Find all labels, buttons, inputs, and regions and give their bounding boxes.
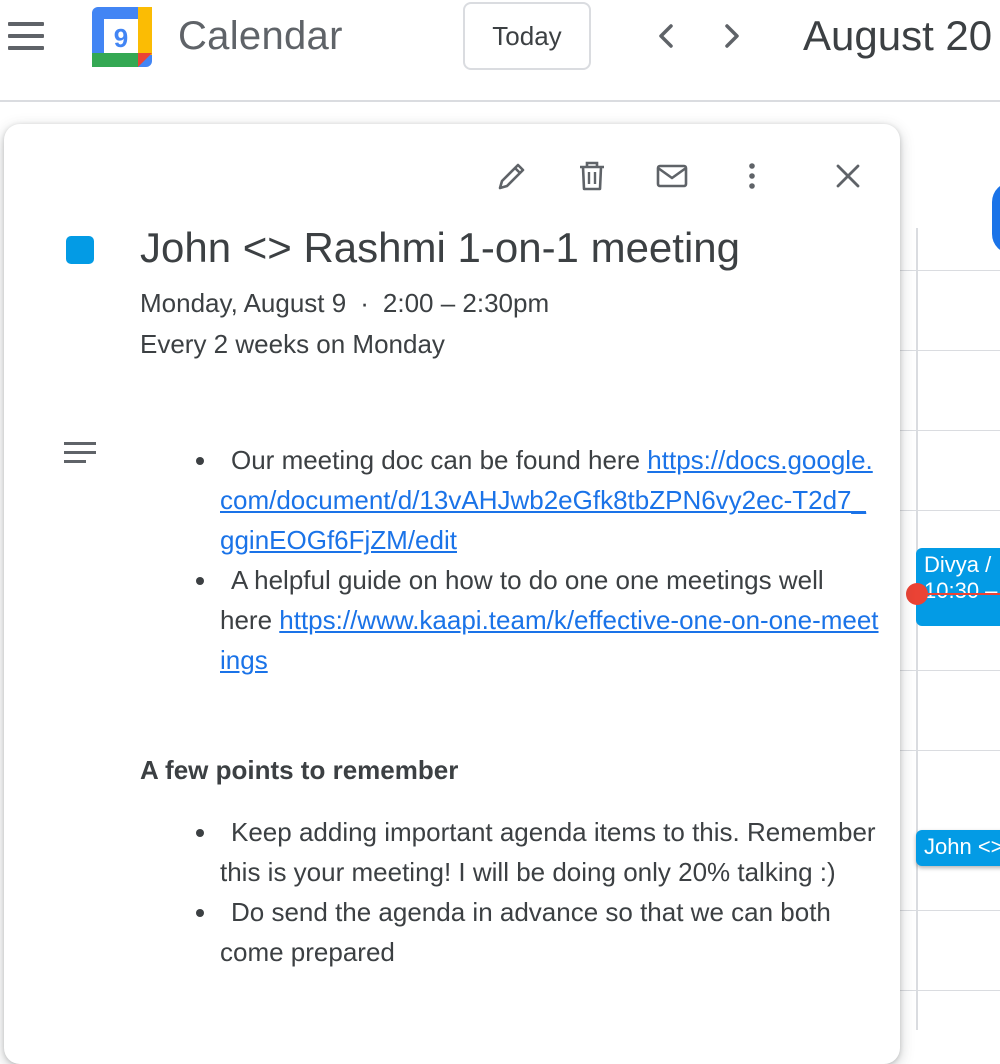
grid-line: [900, 750, 1000, 751]
grid-line: [900, 990, 1000, 991]
grid-line: [900, 430, 1000, 431]
event-details-dialog: John <> Rashmi 1-on-1 meeting Monday, Au…: [4, 124, 900, 1064]
description-link-list: Our meeting doc can be found here https:…: [140, 440, 880, 680]
list-item: Do send the agenda in advance so that we…: [140, 892, 880, 972]
more-vert-icon: [749, 163, 755, 189]
grid-line: [900, 350, 1000, 351]
grid-line: [900, 910, 1000, 911]
description-icon: [64, 442, 98, 466]
list-item: Our meeting doc can be found here https:…: [140, 440, 880, 560]
event-recurrence: Every 2 weeks on Monday: [140, 329, 445, 359]
app-title: Calendar: [178, 14, 343, 58]
main-menu-icon[interactable]: [8, 22, 46, 52]
calendar-event-john[interactable]: John <>: [916, 830, 1000, 866]
logo-day: 9: [114, 23, 128, 53]
event-title: John <> Rashmi 1-on-1 meeting: [140, 224, 740, 271]
avatar[interactable]: [992, 182, 1000, 254]
close-icon: [836, 164, 860, 188]
event-description: Our meeting doc can be found here https:…: [140, 440, 880, 972]
more-options-button[interactable]: [730, 154, 774, 198]
month-title: August 20: [803, 12, 993, 59]
guide-link[interactable]: https://www.kaapi.team/k/effective-one-o…: [220, 605, 879, 675]
top-app-bar: 9 Calendar Today August 20: [0, 0, 1000, 102]
event-chip-title: John <>: [924, 834, 1000, 859]
grid-line: [900, 270, 1000, 271]
event-date: Monday, August 9: [140, 288, 347, 318]
description-points-list: Keep adding important agenda items to th…: [140, 812, 880, 972]
today-button[interactable]: Today: [463, 2, 591, 70]
grid-line: [900, 670, 1000, 671]
list-item: Keep adding important agenda items to th…: [140, 812, 880, 892]
current-time-line: [918, 593, 1000, 595]
current-time-dot: [906, 583, 928, 605]
pencil-icon: [498, 163, 525, 190]
list-item-text: Our meeting doc can be found here: [231, 445, 648, 475]
event-chip-title: Divya /: [924, 552, 992, 577]
calendar-logo-icon[interactable]: 9: [90, 5, 154, 69]
edit-event-button[interactable]: [490, 154, 534, 198]
event-date-time: Monday, August 9 · 2:00 – 2:30pm: [140, 288, 549, 319]
trash-icon: [580, 161, 604, 191]
list-item: A helpful guide on how to do one one mee…: [140, 560, 880, 680]
grid-line: [900, 510, 1000, 511]
delete-event-button[interactable]: [570, 154, 614, 198]
date-time-separator: ·: [360, 288, 369, 318]
chevron-right-icon[interactable]: [712, 16, 752, 56]
chevron-left-icon[interactable]: [646, 16, 686, 56]
event-time: 2:00 – 2:30pm: [382, 288, 550, 318]
close-dialog-button[interactable]: [826, 154, 870, 198]
event-chip-time: 10:30 –: [924, 578, 998, 603]
email-guests-button[interactable]: [650, 154, 694, 198]
description-heading: A few points to remember: [140, 755, 459, 785]
mail-icon: [656, 164, 688, 188]
event-color-square: [66, 236, 94, 264]
calendar-event-divya[interactable]: Divya / 10:30 –: [916, 548, 1000, 626]
